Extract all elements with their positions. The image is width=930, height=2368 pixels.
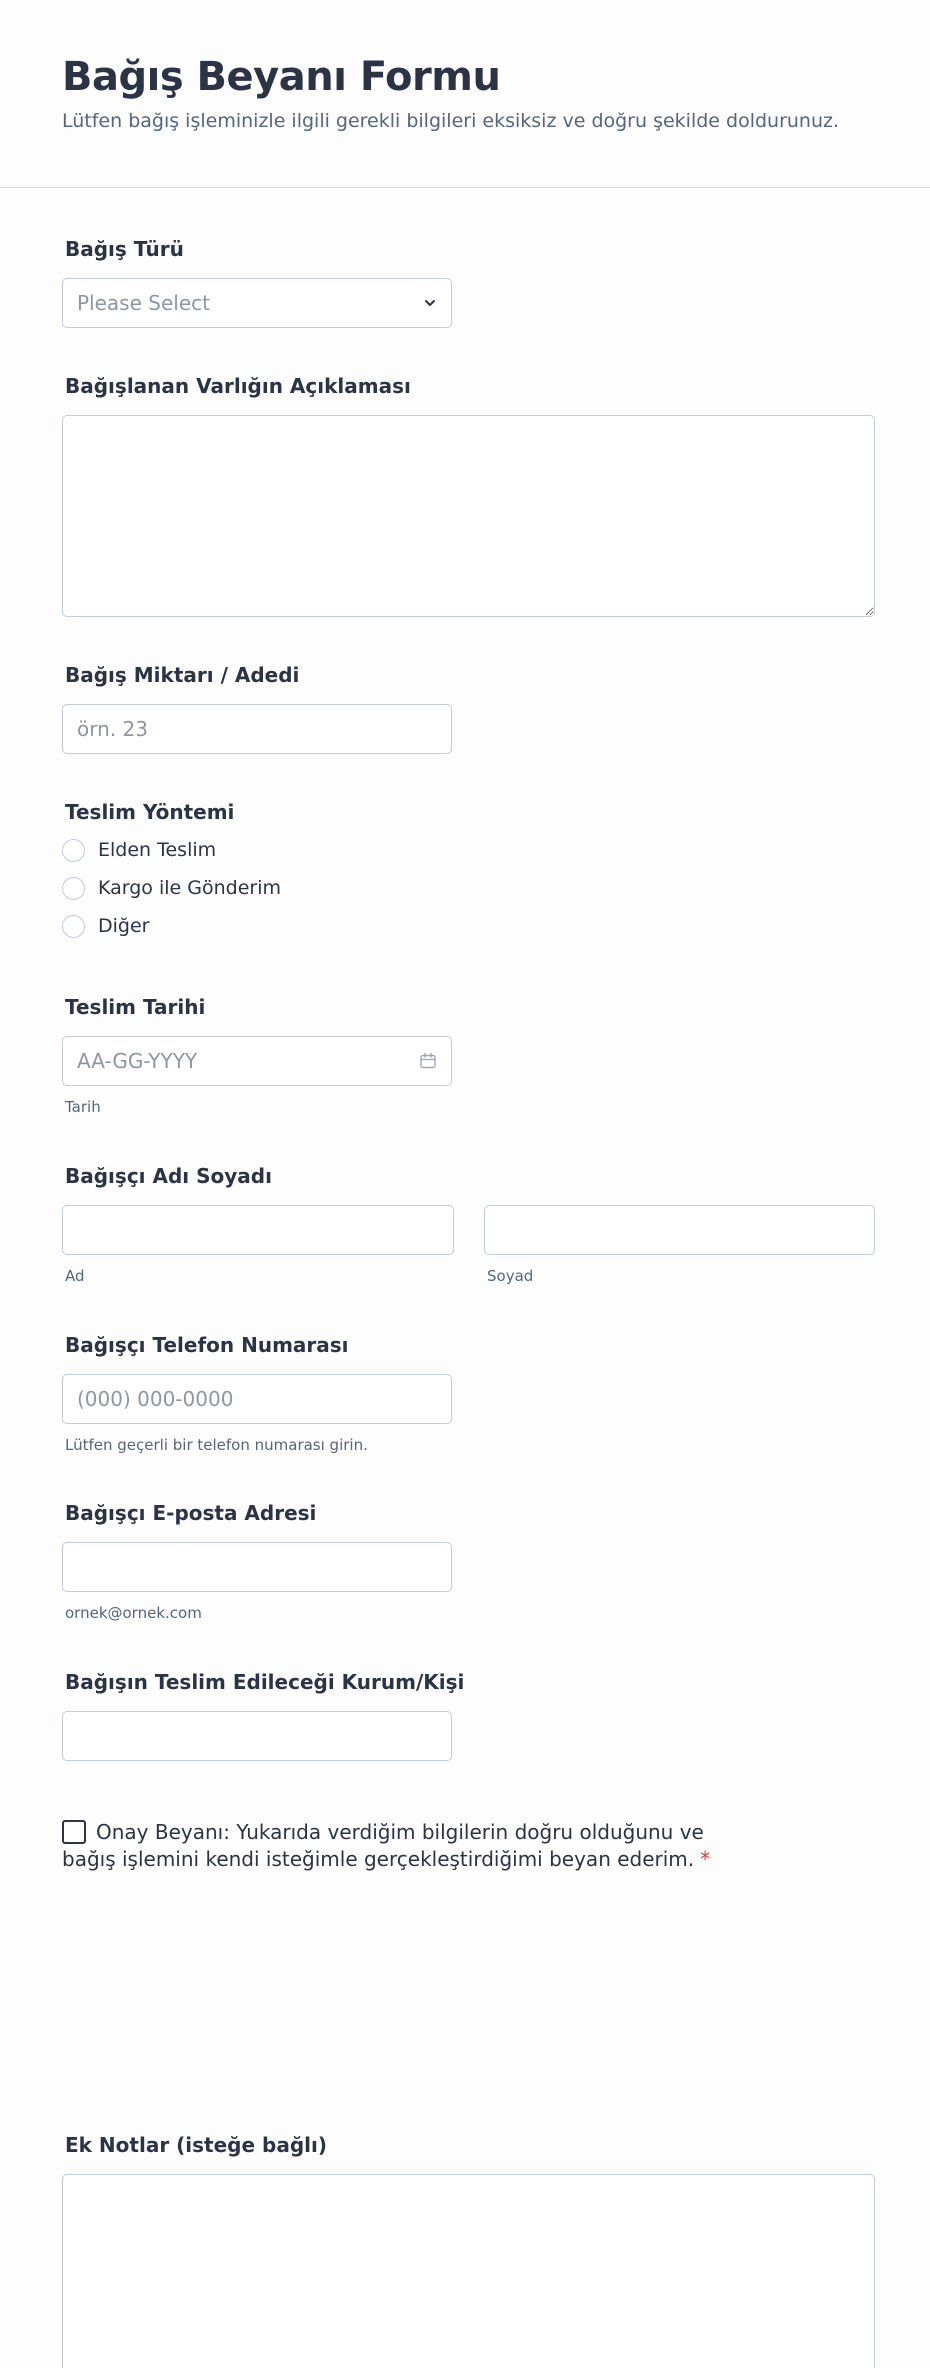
last-name-sublabel: Soyad bbox=[487, 1267, 534, 1285]
asset-description-textarea[interactable] bbox=[62, 415, 875, 617]
radio-option-label: Diğer bbox=[98, 915, 150, 937]
consent-text: Onay Beyanı: Yukarıda verdiğim bilgileri… bbox=[62, 1820, 704, 1871]
radio-option-label: Elden Teslim bbox=[98, 839, 217, 861]
delivery-date-placeholder: AA-GG-YYYY bbox=[77, 1049, 198, 1073]
donor-phone-label: Bağışçı Telefon Numarası bbox=[65, 1333, 349, 1357]
form-header: Bağış Beyanı Formu Lütfen bağış işlemini… bbox=[0, 0, 930, 188]
donor-phone-sublabel: Lütfen geçerli bir telefon numarası giri… bbox=[65, 1436, 368, 1454]
chevron-down-icon bbox=[425, 300, 435, 306]
last-name-group: Soyad bbox=[484, 1205, 875, 1285]
delivery-date-field: Teslim Tarihi AA-GG-YYYY Tarih bbox=[62, 994, 452, 1116]
form-page: Bağış Beyanı Formu Lütfen bağış işlemini… bbox=[0, 0, 930, 2368]
delivery-date-input[interactable]: AA-GG-YYYY bbox=[62, 1036, 452, 1086]
delivery-date-sublabel: Tarih bbox=[65, 1098, 101, 1116]
recipient-label: Bağışın Teslim Edileceği Kurum/Kişi bbox=[65, 1670, 465, 1694]
donor-phone-placeholder: (000) 000-0000 bbox=[77, 1387, 234, 1411]
consent-checkbox[interactable] bbox=[62, 1820, 86, 1844]
donation-type-field: Bağış Türü Please Select bbox=[62, 236, 452, 328]
donor-name-inputs: Ad Soyad bbox=[62, 1205, 875, 1285]
radio-option-label: Kargo ile Gönderim bbox=[98, 877, 281, 899]
amount-input[interactable]: örn. 23 bbox=[62, 704, 452, 754]
donor-name-label: Bağışçı Adı Soyadı bbox=[65, 1164, 272, 1188]
notes-field: Ek Notlar (isteğe bağlı) bbox=[62, 2132, 875, 2368]
donor-phone-field: Bağışçı Telefon Numarası (000) 000-0000 … bbox=[62, 1332, 452, 1454]
delivery-date-label: Teslim Tarihi bbox=[65, 995, 206, 1019]
donor-phone-input[interactable]: (000) 000-0000 bbox=[62, 1374, 452, 1424]
first-name-sublabel: Ad bbox=[65, 1267, 85, 1285]
first-name-input[interactable] bbox=[62, 1205, 454, 1255]
radio-button[interactable] bbox=[62, 876, 85, 900]
radio-option-cargo[interactable]: Kargo ile Gönderim bbox=[62, 869, 281, 907]
radio-button[interactable] bbox=[62, 914, 85, 938]
consent-field: Onay Beyanı: Yukarıda verdiğim bilgileri… bbox=[62, 1819, 762, 1873]
delivery-method-label: Teslim Yöntemi bbox=[65, 800, 235, 824]
donor-email-label: Bağışçı E-posta Adresi bbox=[65, 1501, 317, 1525]
form-title: Bağış Beyanı Formu bbox=[62, 54, 501, 100]
consent-statement: Onay Beyanı: Yukarıda verdiğim bilgileri… bbox=[62, 1819, 762, 1873]
donor-email-field: Bağışçı E-posta Adresi ornek@ornek.com bbox=[62, 1500, 452, 1622]
donation-type-label: Bağış Türü bbox=[65, 237, 184, 261]
amount-field: Bağış Miktarı / Adedi örn. 23 bbox=[62, 662, 452, 754]
last-name-input[interactable] bbox=[484, 1205, 875, 1255]
calendar-icon[interactable] bbox=[419, 1052, 437, 1070]
donation-type-placeholder: Please Select bbox=[77, 291, 210, 315]
radio-option-other[interactable]: Diğer bbox=[62, 907, 281, 945]
donation-type-select[interactable]: Please Select bbox=[62, 278, 452, 328]
radio-option-hand-delivery[interactable]: Elden Teslim bbox=[62, 831, 281, 869]
donor-email-input[interactable] bbox=[62, 1542, 452, 1592]
notes-textarea[interactable] bbox=[62, 2174, 875, 2368]
amount-label: Bağış Miktarı / Adedi bbox=[65, 663, 300, 687]
recipient-field: Bağışın Teslim Edileceği Kurum/Kişi bbox=[62, 1669, 464, 1761]
donor-email-sublabel: ornek@ornek.com bbox=[65, 1604, 202, 1622]
required-asterisk: * bbox=[700, 1847, 711, 1871]
asset-description-field: Bağışlanan Varlığın Açıklaması bbox=[62, 373, 875, 617]
radio-button[interactable] bbox=[62, 838, 85, 862]
recipient-input[interactable] bbox=[62, 1711, 452, 1761]
delivery-method-radio-group: Elden Teslim Kargo ile Gönderim Diğer bbox=[62, 831, 281, 945]
amount-placeholder: örn. 23 bbox=[77, 717, 148, 741]
delivery-method-field: Teslim Yöntemi Elden Teslim Kargo ile Gö… bbox=[62, 799, 281, 945]
notes-label: Ek Notlar (isteğe bağlı) bbox=[65, 2133, 327, 2157]
asset-description-label: Bağışlanan Varlığın Açıklaması bbox=[65, 374, 411, 398]
form-subtitle: Lütfen bağış işleminizle ilgili gerekli … bbox=[62, 110, 840, 132]
donor-name-field: Bağışçı Adı Soyadı Ad Soyad bbox=[62, 1163, 875, 1285]
first-name-group: Ad bbox=[62, 1205, 454, 1285]
